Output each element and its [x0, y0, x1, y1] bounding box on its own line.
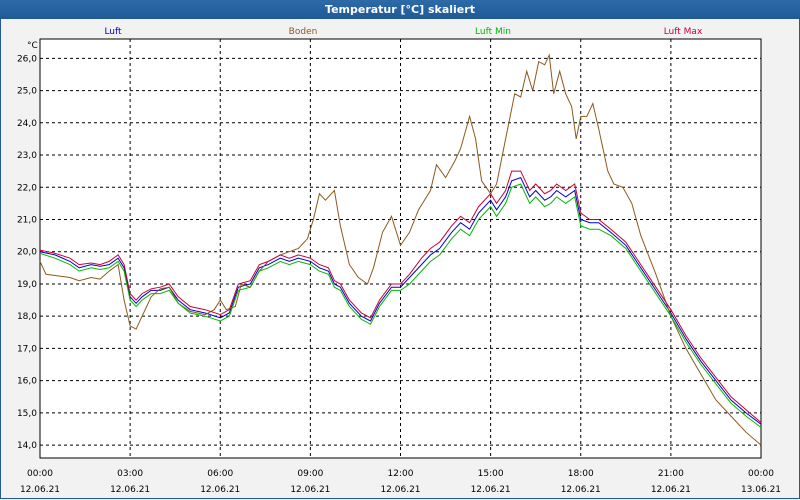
x-tick-time-label: 06:00 [207, 469, 233, 479]
y-tick-label: 24,0 [17, 119, 37, 129]
temperature-line-chart: 14,0 15,0 16,0 17,0 18,0 19,0 20,0 21,0 22,0 23,0… [17, 27, 781, 495]
y-tick-label: 21,0 [17, 215, 37, 225]
x-tick-date-label: 13.06.21 [741, 485, 781, 495]
y-tick-label: 14,0 [17, 441, 37, 451]
y-tick-label: 22,0 [17, 183, 37, 193]
x-tick-date-label: 12.06.21 [471, 485, 511, 495]
y-tick-label: 25,0 [17, 87, 37, 97]
y-tick-label: 19,0 [17, 280, 37, 290]
y-tick-label: 18,0 [17, 312, 37, 322]
y-tick-label: 20,0 [17, 248, 37, 258]
legend-entry: Luft Min [475, 27, 511, 37]
legend-entry: Boden [289, 27, 318, 37]
x-tick-date-label: 12.06.21 [200, 485, 240, 495]
y-tick-label: 17,0 [17, 344, 37, 354]
legend-entry: Luft [104, 27, 122, 37]
x-tick-date-label: 12.06.21 [20, 485, 60, 495]
x-tick-time-label: 03:00 [117, 469, 143, 479]
y-axis-label: °C [27, 41, 38, 51]
y-tick-label: 26,0 [17, 54, 37, 64]
x-tick-time-label: 00:00 [748, 469, 774, 479]
x-tick-date-label: 12.06.21 [110, 485, 150, 495]
x-tick-time-label: 18:00 [568, 469, 594, 479]
x-tick-time-label: 09:00 [297, 469, 323, 479]
x-tick-date-label: 12.06.21 [380, 485, 420, 495]
legend-entry: Luft Max [664, 27, 703, 37]
x-tick-time-label: 12:00 [388, 469, 414, 479]
y-tick-label: 15,0 [17, 409, 37, 419]
x-tick-time-label: 21:00 [658, 469, 684, 479]
x-tick-date-label: 12.06.21 [651, 485, 691, 495]
x-tick-date-label: 12.06.21 [561, 485, 601, 495]
x-tick-time-label: 00:00 [27, 469, 53, 479]
y-tick-label: 23,0 [17, 151, 37, 161]
x-tick-date-label: 12.06.21 [290, 485, 330, 495]
x-tick-time-label: 15:00 [478, 469, 504, 479]
y-tick-label: 16,0 [17, 377, 37, 387]
